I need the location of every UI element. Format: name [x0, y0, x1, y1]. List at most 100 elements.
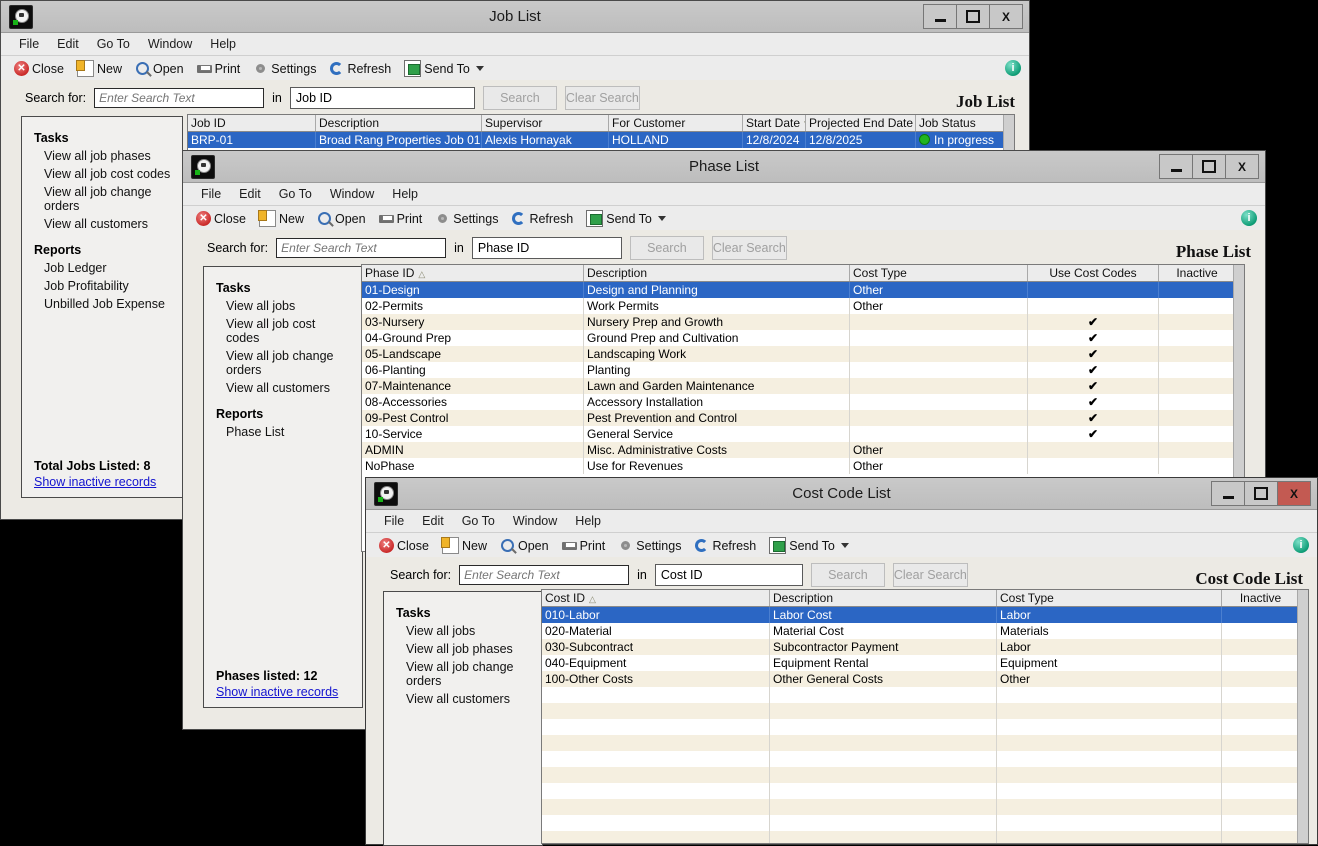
- new-toolbar-button[interactable]: New: [437, 536, 492, 555]
- cost-code-list-window-buttons[interactable]: X: [1211, 481, 1311, 506]
- sidebar-item-view-all-job-change-orders[interactable]: View all job change orders: [216, 347, 352, 379]
- clear-search-button[interactable]: Clear Search: [711, 236, 787, 260]
- grid-vertical-scrollbar[interactable]: [1297, 590, 1308, 843]
- close-toolbar-button[interactable]: ✕ Close: [374, 537, 434, 554]
- open-toolbar-button[interactable]: Open: [312, 210, 371, 227]
- table-row[interactable]: 100-Other Costs Other General Costs Other: [542, 671, 1308, 687]
- menu-edit[interactable]: Edit: [49, 35, 87, 53]
- search-input[interactable]: [276, 238, 447, 258]
- table-row[interactable]: 030-Subcontract Subcontractor Payment Labo…: [542, 639, 1308, 655]
- send-to-toolbar-button[interactable]: Send To: [581, 209, 671, 228]
- column-projected-end-date[interactable]: Projected End Date: [806, 115, 916, 131]
- maximize-button[interactable]: [956, 4, 990, 29]
- cost-code-list-menubar[interactable]: File Edit Go To Window Help: [366, 510, 1317, 533]
- table-row[interactable]: 09-Pest Control Pest Prevention and Contr…: [362, 410, 1244, 426]
- table-row[interactable]: 010-Labor Labor Cost Labor: [542, 607, 1308, 623]
- search-button[interactable]: Search: [482, 86, 557, 110]
- menu-file[interactable]: File: [376, 512, 412, 530]
- search-button[interactable]: Search: [629, 236, 704, 260]
- send-to-toolbar-button[interactable]: Send To: [399, 59, 489, 78]
- minimize-button[interactable]: [1159, 154, 1193, 179]
- sidebar-item-job-ledger[interactable]: Job Ledger: [34, 259, 172, 277]
- table-row-empty[interactable]: [542, 719, 1308, 735]
- search-field-select[interactable]: Cost ID: [654, 564, 803, 586]
- close-toolbar-button[interactable]: ✕ Close: [191, 210, 251, 227]
- new-toolbar-button[interactable]: New: [254, 209, 309, 228]
- settings-toolbar-button[interactable]: Settings: [613, 537, 686, 554]
- table-row[interactable]: 07-Maintenance Lawn and Garden Maintenanc…: [362, 378, 1244, 394]
- column-job-status[interactable]: Job Status: [916, 115, 1006, 131]
- close-toolbar-button[interactable]: ✕ Close: [9, 60, 69, 77]
- grid-vertical-scrollbar[interactable]: [1003, 115, 1014, 153]
- sidebar-item-view-all-job-phases[interactable]: View all job phases: [34, 147, 172, 165]
- menu-goto[interactable]: Go To: [454, 512, 503, 530]
- table-row[interactable]: 08-Accessories Accessory Installation ✔: [362, 394, 1244, 410]
- phase-list-menubar[interactable]: File Edit Go To Window Help: [183, 183, 1265, 206]
- menu-window[interactable]: Window: [505, 512, 565, 530]
- table-row[interactable]: 06-Planting Planting ✔: [362, 362, 1244, 378]
- chevron-down-icon[interactable]: [840, 543, 849, 548]
- sidebar-item-view-all-job-phases[interactable]: View all job phases: [396, 640, 532, 658]
- cost-code-list-window[interactable]: Cost Code List X File Edit Go To Window …: [365, 477, 1318, 846]
- cost-code-list-titlebar[interactable]: Cost Code List X: [366, 478, 1317, 510]
- column-supervisor[interactable]: Supervisor: [482, 115, 609, 131]
- column-cost-type[interactable]: Cost Type: [997, 590, 1222, 606]
- refresh-toolbar-button[interactable]: Refresh: [324, 60, 396, 77]
- minimize-button[interactable]: [923, 4, 957, 29]
- table-row-empty[interactable]: [542, 767, 1308, 783]
- job-list-grid[interactable]: Job ID Description Supervisor For Custom…: [187, 114, 1015, 154]
- show-inactive-records-link[interactable]: Show inactive records: [34, 475, 156, 489]
- table-row-empty[interactable]: [542, 783, 1308, 799]
- sidebar-item-view-all-jobs[interactable]: View all jobs: [396, 622, 532, 640]
- menu-goto[interactable]: Go To: [89, 35, 138, 53]
- maximize-button[interactable]: [1244, 481, 1278, 506]
- menu-file[interactable]: File: [193, 185, 229, 203]
- chevron-down-icon[interactable]: [475, 66, 484, 71]
- table-row[interactable]: 03-Nursery Nursery Prep and Growth ✔: [362, 314, 1244, 330]
- table-row-empty[interactable]: [542, 799, 1308, 815]
- search-field-select[interactable]: Phase ID: [471, 237, 622, 259]
- column-inactive[interactable]: Inactive: [1222, 590, 1300, 606]
- sidebar-item-view-all-jobs[interactable]: View all jobs: [216, 297, 352, 315]
- table-row[interactable]: 01-Design Design and Planning Other: [362, 282, 1244, 298]
- print-toolbar-button[interactable]: Print: [374, 210, 428, 227]
- search-input[interactable]: [94, 88, 265, 108]
- print-toolbar-button[interactable]: Print: [192, 60, 246, 77]
- minimize-button[interactable]: [1211, 481, 1245, 506]
- job-list-menubar[interactable]: File Edit Go To Window Help: [1, 33, 1029, 56]
- column-description[interactable]: Description: [316, 115, 482, 131]
- table-row[interactable]: 10-Service General Service ✔: [362, 426, 1244, 442]
- column-phase-id[interactable]: Phase ID △: [362, 265, 584, 281]
- menu-help[interactable]: Help: [384, 185, 426, 203]
- table-row-empty[interactable]: [542, 751, 1308, 767]
- job-list-titlebar[interactable]: Job List X: [1, 1, 1029, 33]
- table-row[interactable]: NoPhase Use for Revenues Other: [362, 458, 1244, 474]
- sidebar-item-view-all-customers[interactable]: View all customers: [216, 379, 352, 397]
- settings-toolbar-button[interactable]: Settings: [248, 60, 321, 77]
- sidebar-item-phase-list[interactable]: Phase List: [216, 423, 352, 441]
- phase-list-window-buttons[interactable]: X: [1159, 154, 1259, 179]
- table-row[interactable]: 040-Equipment Equipment Rental Equipment: [542, 655, 1308, 671]
- sidebar-item-view-all-customers[interactable]: View all customers: [396, 690, 532, 708]
- menu-window[interactable]: Window: [322, 185, 382, 203]
- clear-search-button[interactable]: Clear Search: [564, 86, 640, 110]
- column-description[interactable]: Description: [770, 590, 997, 606]
- chevron-down-icon[interactable]: [657, 216, 666, 221]
- settings-toolbar-button[interactable]: Settings: [430, 210, 503, 227]
- sidebar-item-view-all-job-cost-codes[interactable]: View all job cost codes: [34, 165, 172, 183]
- search-button[interactable]: Search: [810, 563, 885, 587]
- menu-edit[interactable]: Edit: [414, 512, 452, 530]
- table-row-empty[interactable]: [542, 735, 1308, 751]
- column-cost-id[interactable]: Cost ID △: [542, 590, 770, 606]
- show-inactive-records-link[interactable]: Show inactive records: [216, 685, 338, 699]
- column-use-cost-codes[interactable]: Use Cost Codes: [1028, 265, 1159, 281]
- close-button[interactable]: X: [1225, 154, 1259, 179]
- search-field-select[interactable]: Job ID: [289, 87, 475, 109]
- send-to-toolbar-button[interactable]: Send To: [764, 536, 854, 555]
- column-job-id[interactable]: Job ID: [188, 115, 316, 131]
- sidebar-item-view-all-job-change-orders[interactable]: View all job change orders: [396, 658, 532, 690]
- column-inactive[interactable]: Inactive: [1159, 265, 1236, 281]
- help-icon[interactable]: i: [1005, 60, 1021, 76]
- job-list-window-buttons[interactable]: X: [923, 4, 1023, 29]
- column-description[interactable]: Description: [584, 265, 850, 281]
